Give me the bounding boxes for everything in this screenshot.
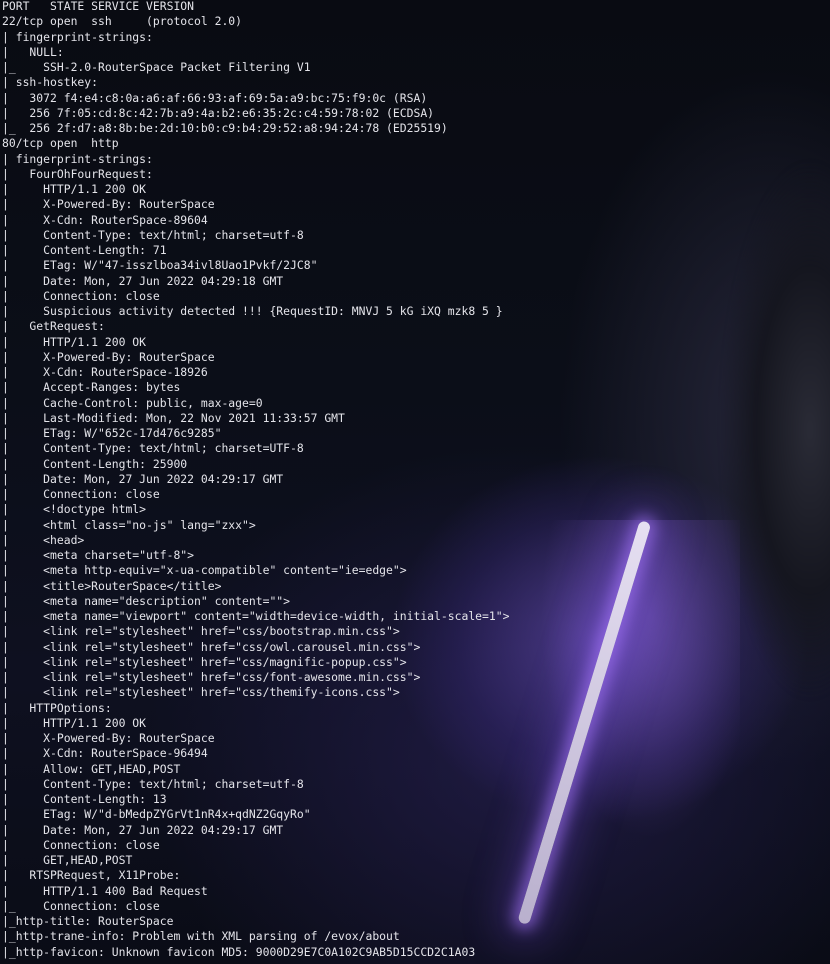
terminal-line: |_http-trane-info: Problem with XML pars… bbox=[2, 929, 400, 944]
terminal-line: | <head> bbox=[2, 532, 85, 547]
terminal-line: | X-Cdn: RouterSpace-96494 bbox=[2, 746, 208, 761]
terminal-line: | Last-Modified: Mon, 22 Nov 2021 11:33:… bbox=[2, 410, 345, 425]
terminal-line: | ETag: W/"d-bMedpZYGrVt1nR4x+qdNZ2GqyRo… bbox=[2, 807, 311, 822]
terminal-line: | fingerprint-strings: bbox=[2, 29, 153, 44]
terminal-line: | <link rel="stylesheet" href="css/font-… bbox=[2, 670, 421, 684]
terminal-line: | HTTP/1.1 400 Bad Request bbox=[2, 883, 208, 898]
terminal-line: | 3072 f4:e4:c8:0a:a6:af:66:93:af:69:5a:… bbox=[2, 90, 428, 105]
terminal-line: | fingerprint-strings: bbox=[2, 151, 153, 166]
terminal-line: | <title>RouterSpace</title> bbox=[2, 578, 222, 593]
terminal-line: | ssh-hostkey: bbox=[2, 75, 99, 90]
terminal-line: 80/tcp open http bbox=[2, 136, 119, 151]
terminal-line: | <link rel="stylesheet" href="css/themi… bbox=[2, 685, 400, 700]
terminal-line: | Date: Mon, 27 Jun 2022 04:29:18 GMT bbox=[2, 273, 284, 288]
terminal-line: | HTTPOptions: bbox=[2, 700, 112, 715]
terminal-line: | NULL: bbox=[2, 44, 64, 59]
terminal-line: | <meta charset="utf-8"> bbox=[2, 548, 195, 562]
terminal-line: |_http-favicon: Unknown favicon MD5: 900… bbox=[2, 944, 476, 959]
terminal-line: | Cache-Control: public, max-age=0 bbox=[2, 395, 263, 410]
terminal-line: | ETag: W/"652c-17d476c9285" bbox=[2, 426, 222, 440]
terminal-line: | Date: Mon, 27 Jun 2022 04:29:17 GMT bbox=[2, 471, 284, 486]
terminal-line: | Connection: close bbox=[2, 288, 160, 303]
terminal-line: | Suspicious activity detected !!! {Requ… bbox=[2, 304, 503, 318]
terminal-line: | X-Powered-By: RouterSpace bbox=[2, 731, 215, 745]
terminal-line: | Connection: close bbox=[2, 837, 160, 852]
terminal-line: | GetRequest: bbox=[2, 319, 105, 334]
terminal-line: | 256 7f:05:cd:8c:42:7b:a9:4a:b2:e6:35:2… bbox=[2, 105, 435, 120]
terminal-line: |_ Connection: close bbox=[2, 898, 160, 913]
terminal-line: | <!doctype html> bbox=[2, 502, 147, 517]
terminal-line: | <link rel="stylesheet" href="css/magni… bbox=[2, 654, 407, 669]
terminal-line: | Content-Type: text/html; charset=utf-8 bbox=[2, 776, 304, 791]
terminal-line: | HTTP/1.1 200 OK bbox=[2, 182, 147, 196]
terminal-line: | Content-Length: 71 bbox=[2, 243, 167, 257]
terminal-line: |_http-title: RouterSpace bbox=[2, 914, 174, 928]
terminal-line: | X-Powered-By: RouterSpace bbox=[2, 349, 215, 364]
terminal-line: | <html class="no-js" lang="zxx"> bbox=[2, 517, 256, 532]
terminal-line: | HTTP/1.1 200 OK bbox=[2, 334, 147, 349]
terminal-line: | FourOhFourRequest: bbox=[2, 166, 153, 181]
terminal-line: | <link rel="stylesheet" href="css/boots… bbox=[2, 624, 400, 639]
terminal-line: | GET,HEAD,POST bbox=[2, 853, 133, 867]
terminal-line: | X-Cdn: RouterSpace-18926 bbox=[2, 365, 208, 379]
terminal-line: | RTSPRequest, X11Probe: bbox=[2, 868, 181, 883]
terminal-line: | Content-Length: 13 bbox=[2, 792, 167, 806]
terminal-line: | <meta http-equiv="x-ua-compatible" con… bbox=[2, 563, 407, 578]
wallpaper-saber-glow bbox=[540, 520, 740, 840]
terminal-line: | Content-Length: 25900 bbox=[2, 456, 188, 471]
terminal-line: | <meta name="description" content=""> bbox=[2, 593, 291, 608]
terminal-line: | X-Cdn: RouterSpace-89604 bbox=[2, 212, 208, 227]
terminal-line: |_ 256 2f:d7:a8:8b:be:2d:10:b0:c9:b4:29:… bbox=[2, 121, 448, 135]
terminal-output[interactable]: PORT STATE SERVICE VERSION 22/tcp open ss… bbox=[0, 0, 511, 960]
terminal-line: | Connection: close bbox=[2, 487, 160, 501]
terminal-line: | X-Powered-By: RouterSpace bbox=[2, 197, 215, 212]
terminal-line: | <meta name="viewport" content="width=d… bbox=[2, 609, 510, 623]
terminal-line: 22/tcp open ssh (protocol 2.0) bbox=[2, 14, 243, 29]
terminal-line: | ETag: W/"47-isszlboa34ivl8Uao1Pvkf/2JC… bbox=[2, 258, 318, 273]
terminal-line: | Content-Type: text/html; charset=utf-8 bbox=[2, 227, 304, 242]
terminal-line: | HTTP/1.1 200 OK bbox=[2, 715, 147, 730]
terminal-line: | Content-Type: text/html; charset=UTF-8 bbox=[2, 441, 304, 456]
terminal-line: |_ SSH-2.0-RouterSpace Packet Filtering … bbox=[2, 60, 311, 74]
terminal-line: | Date: Mon, 27 Jun 2022 04:29:17 GMT bbox=[2, 822, 284, 837]
terminal-line: | Allow: GET,HEAD,POST bbox=[2, 761, 181, 776]
terminal-line: | Accept-Ranges: bytes bbox=[2, 380, 181, 395]
terminal-line: | <link rel="stylesheet" href="css/owl.c… bbox=[2, 639, 421, 654]
terminal-line: PORT STATE SERVICE VERSION bbox=[2, 0, 195, 13]
